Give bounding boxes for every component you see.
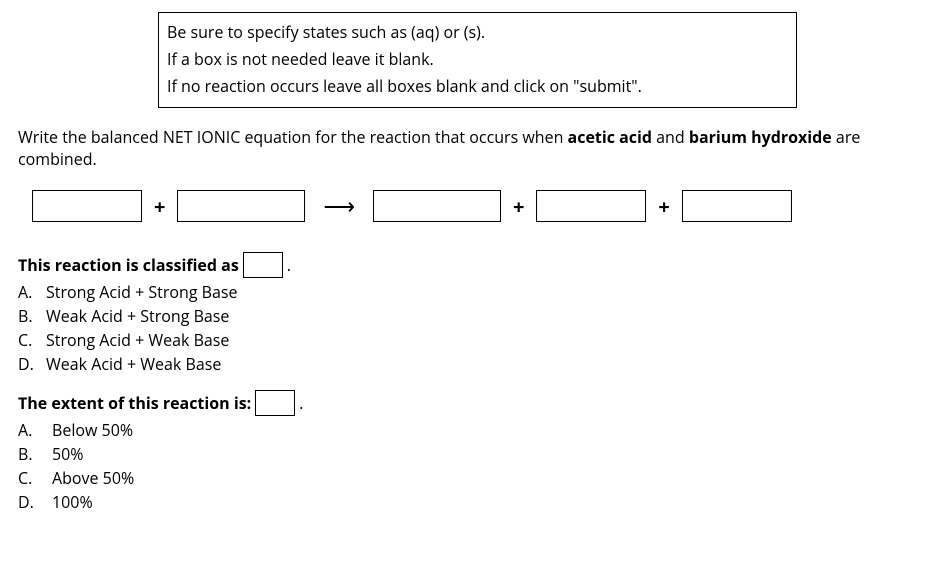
equation-row: + ⟶ + + [32, 190, 907, 222]
classification-option-c: Strong Acid + Weak Base [46, 328, 229, 352]
plus-symbol-1: + [150, 193, 169, 220]
product-1-input[interactable] [373, 190, 501, 222]
reactant-1-input[interactable] [32, 190, 142, 222]
extent-option-d: 100% [52, 490, 93, 514]
classification-line: This reaction is classified as . [18, 252, 907, 278]
question-prompt: Write the balanced NET IONIC equation fo… [18, 126, 907, 171]
plus-symbol-2: + [509, 193, 528, 220]
arrow-symbol: ⟶ [313, 191, 365, 221]
classification-option-a: Strong Acid + Strong Base [46, 280, 238, 304]
classification-input[interactable] [243, 252, 283, 278]
prompt-mid: and [652, 126, 689, 148]
extent-period: . [299, 392, 303, 414]
classification-option-d: Weak Acid + Weak Base [46, 352, 221, 376]
prompt-lead: Write the balanced NET IONIC equation fo… [18, 126, 568, 148]
extent-option-b: 50% [52, 442, 84, 466]
option-letter-c: C. [18, 466, 52, 490]
extent-option-c: Above 50% [52, 466, 134, 490]
option-letter-d: D. [18, 490, 52, 514]
reagent-2: barium hydroxide [689, 126, 832, 148]
classification-options: A.Strong Acid + Strong Base B.Weak Acid … [18, 280, 907, 376]
instruction-line-3: If no reaction occurs leave all boxes bl… [167, 73, 788, 100]
product-3-input[interactable] [682, 190, 792, 222]
instruction-line-2: If a box is not needed leave it blank. [167, 46, 788, 73]
option-letter-d: D. [18, 352, 46, 376]
extent-input[interactable] [255, 390, 295, 416]
option-letter-b: B. [18, 442, 52, 466]
extent-option-a: Below 50% [52, 418, 133, 442]
option-letter-a: A. [18, 418, 52, 442]
classification-label: This reaction is classified as [18, 254, 239, 276]
plus-symbol-3: + [654, 193, 673, 220]
reactant-2-input[interactable] [177, 190, 305, 222]
option-letter-a: A. [18, 280, 46, 304]
reagent-1: acetic acid [568, 126, 652, 148]
instruction-box: Be sure to specify states such as (aq) o… [158, 12, 797, 108]
extent-label: The extent of this reaction is: [18, 392, 251, 414]
extent-options: A.Below 50% B.50% C.Above 50% D.100% [18, 418, 907, 514]
product-2-input[interactable] [536, 190, 646, 222]
option-letter-c: C. [18, 328, 46, 352]
instruction-line-1: Be sure to specify states such as (aq) o… [167, 19, 788, 46]
classification-option-b: Weak Acid + Strong Base [46, 304, 229, 328]
classification-period: . [287, 254, 291, 276]
extent-line: The extent of this reaction is: . [18, 390, 907, 416]
option-letter-b: B. [18, 304, 46, 328]
